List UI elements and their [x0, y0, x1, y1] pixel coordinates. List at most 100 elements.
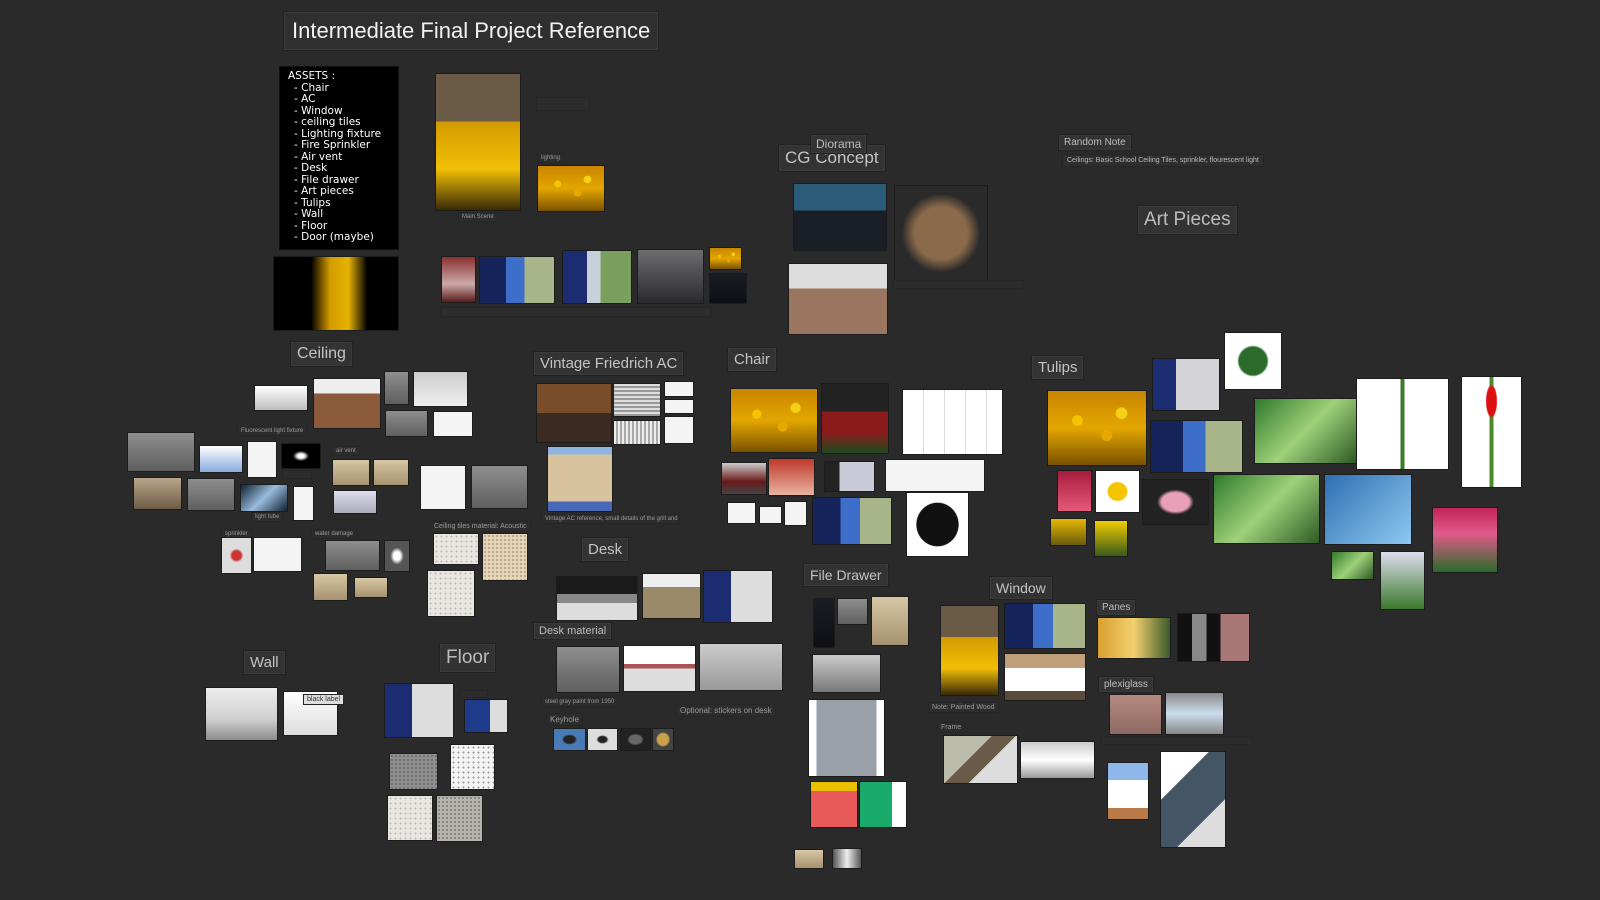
ceiling-thumb-3[interactable]	[433, 411, 473, 437]
plexiglass-image[interactable]	[1109, 694, 1162, 735]
sprinkler-image-2[interactable]	[253, 537, 302, 572]
acoustic-tile-image[interactable]	[433, 533, 479, 565]
desk-flowers-image[interactable]	[556, 576, 638, 621]
blue-door-image[interactable]	[479, 256, 555, 304]
yellow-petals-image[interactable]	[1095, 470, 1140, 513]
desk-steel-image[interactable]	[556, 646, 620, 693]
keyhole-image-2[interactable]	[587, 728, 618, 751]
tulip-stem-thumb[interactable]	[1331, 551, 1374, 580]
cross-light-image[interactable]	[471, 465, 528, 509]
chair-small-1[interactable]	[727, 502, 756, 524]
ceiling-light-image[interactable]	[254, 385, 308, 411]
desk-office-image[interactable]	[699, 643, 783, 691]
window-thumb[interactable]	[709, 273, 747, 304]
keyhole-image-4[interactable]	[652, 728, 674, 751]
drawer-handle-1[interactable]	[794, 849, 824, 869]
window-blue-door-image[interactable]	[1004, 603, 1086, 649]
file-cabinet-image[interactable]	[808, 699, 885, 777]
ceiling-tile-image[interactable]	[413, 371, 468, 407]
hallway-image[interactable]	[441, 256, 476, 303]
window-frame-image[interactable]	[943, 735, 1018, 784]
main-scene-image[interactable]	[435, 73, 521, 211]
stain-thumb-2[interactable]	[354, 577, 388, 598]
acoustic-tile-image-2[interactable]	[482, 533, 528, 581]
tulip-stem-thumb-2[interactable]	[1380, 551, 1425, 610]
tulip-pink-thumb[interactable]	[1057, 470, 1092, 512]
lighting-image[interactable]	[537, 165, 605, 212]
desk-window-image[interactable]	[703, 570, 773, 623]
fixture-thumb-1[interactable]	[199, 445, 243, 473]
chair-thumb-3[interactable]	[824, 461, 875, 492]
fixture-thumb-2[interactable]	[247, 441, 277, 478]
vent-thumb[interactable]	[333, 490, 377, 514]
air-vent-image[interactable]	[332, 459, 370, 486]
tulip-thumb[interactable]	[709, 247, 742, 270]
window-house-image[interactable]	[1004, 653, 1086, 701]
file-drawer-thumb-2[interactable]	[837, 598, 868, 625]
ac-detail-1[interactable]	[664, 381, 694, 397]
tulip-leaf-sky-image[interactable]	[1324, 474, 1412, 545]
ceiling-thumb-1[interactable]	[384, 371, 409, 405]
light-tube-image[interactable]	[420, 465, 466, 510]
chair-small-3[interactable]	[784, 501, 807, 526]
tulips-chair-image[interactable]	[1047, 390, 1147, 466]
chair-red-flowers-image[interactable]	[821, 383, 889, 454]
chair-seat-image[interactable]	[906, 492, 969, 557]
ceiling-thumb-4[interactable]	[133, 477, 182, 510]
window-panes-image[interactable]	[1160, 751, 1226, 848]
chair-small-2[interactable]	[759, 506, 782, 524]
air-vent-image-2[interactable]	[373, 459, 409, 486]
ac-detail-3[interactable]	[613, 420, 661, 445]
tulip-leaves-image[interactable]	[1254, 398, 1357, 464]
acoustic-tile-image-3[interactable]	[427, 570, 475, 617]
window-sky-image[interactable]	[1107, 762, 1149, 820]
chair-in-tulips-image[interactable]	[730, 388, 818, 453]
red-tulip-image[interactable]	[1461, 376, 1522, 488]
window-scene-image[interactable]	[562, 250, 632, 304]
ac-detail-4[interactable]	[664, 416, 694, 444]
chair-thumb-2[interactable]	[768, 458, 815, 496]
ac-front-image[interactable]	[536, 383, 612, 443]
stain-thumb[interactable]	[313, 573, 348, 601]
file-folders-image[interactable]	[810, 781, 858, 828]
desk-room-image[interactable]	[642, 573, 701, 619]
plexiglass-image-2[interactable]	[1165, 692, 1224, 735]
chair-blueprint-2[interactable]	[885, 459, 985, 492]
tulips-blue-door-image[interactable]	[1150, 420, 1243, 473]
file-drawer-thumb-1[interactable]	[813, 598, 835, 648]
ceiling-thumb-2[interactable]	[385, 410, 428, 437]
classroom-photo-image[interactable]	[788, 263, 888, 335]
keyhole-image-3[interactable]	[620, 728, 651, 751]
yellow-tulip-thumb[interactable]	[1050, 518, 1087, 546]
floor-tile-image-2[interactable]	[450, 744, 495, 790]
floor-tile-image-4[interactable]	[436, 795, 483, 842]
yellow-tulip-thumb-2[interactable]	[1094, 520, 1128, 557]
sprinkler-image[interactable]	[221, 537, 252, 574]
assets-note[interactable]: ASSETS : - Chair - AC - Window - ceiling…	[279, 66, 399, 250]
single-tulip-image[interactable]	[1356, 378, 1449, 470]
wall-room-image[interactable]	[205, 687, 278, 741]
pink-tulip-bloom-image[interactable]	[1142, 479, 1209, 525]
file-drawer-beige-image[interactable]	[871, 596, 909, 646]
fixture-thumb-3[interactable]	[281, 443, 321, 469]
classroom-render-image[interactable]	[793, 183, 887, 251]
panes-image[interactable]	[1097, 617, 1171, 659]
ceiling-thumb-6[interactable]	[240, 484, 288, 512]
panes-dark-image[interactable]	[1177, 613, 1250, 662]
floor-tile-image-3[interactable]	[387, 795, 433, 841]
water-damage-image[interactable]	[325, 540, 380, 571]
window-frame-image-2[interactable]	[1020, 741, 1095, 779]
ac-detail-2[interactable]	[664, 399, 694, 414]
potted-plant-image[interactable]	[1224, 332, 1282, 390]
file-folders-image-2[interactable]	[859, 781, 907, 828]
window-tulips-image[interactable]	[940, 605, 999, 696]
floor-tile-image-1[interactable]	[389, 753, 438, 790]
chair-blue-door-image[interactable]	[812, 497, 892, 545]
floor-blue-image[interactable]	[464, 699, 508, 733]
tulip-leaves-2[interactable]	[1213, 474, 1320, 544]
light-fixture-image[interactable]	[127, 432, 195, 472]
file-drawer-open-image[interactable]	[812, 654, 881, 693]
drawer-handle-2[interactable]	[832, 848, 862, 869]
diorama-image[interactable]	[894, 185, 988, 281]
keyhole-image-1[interactable]	[553, 728, 586, 751]
